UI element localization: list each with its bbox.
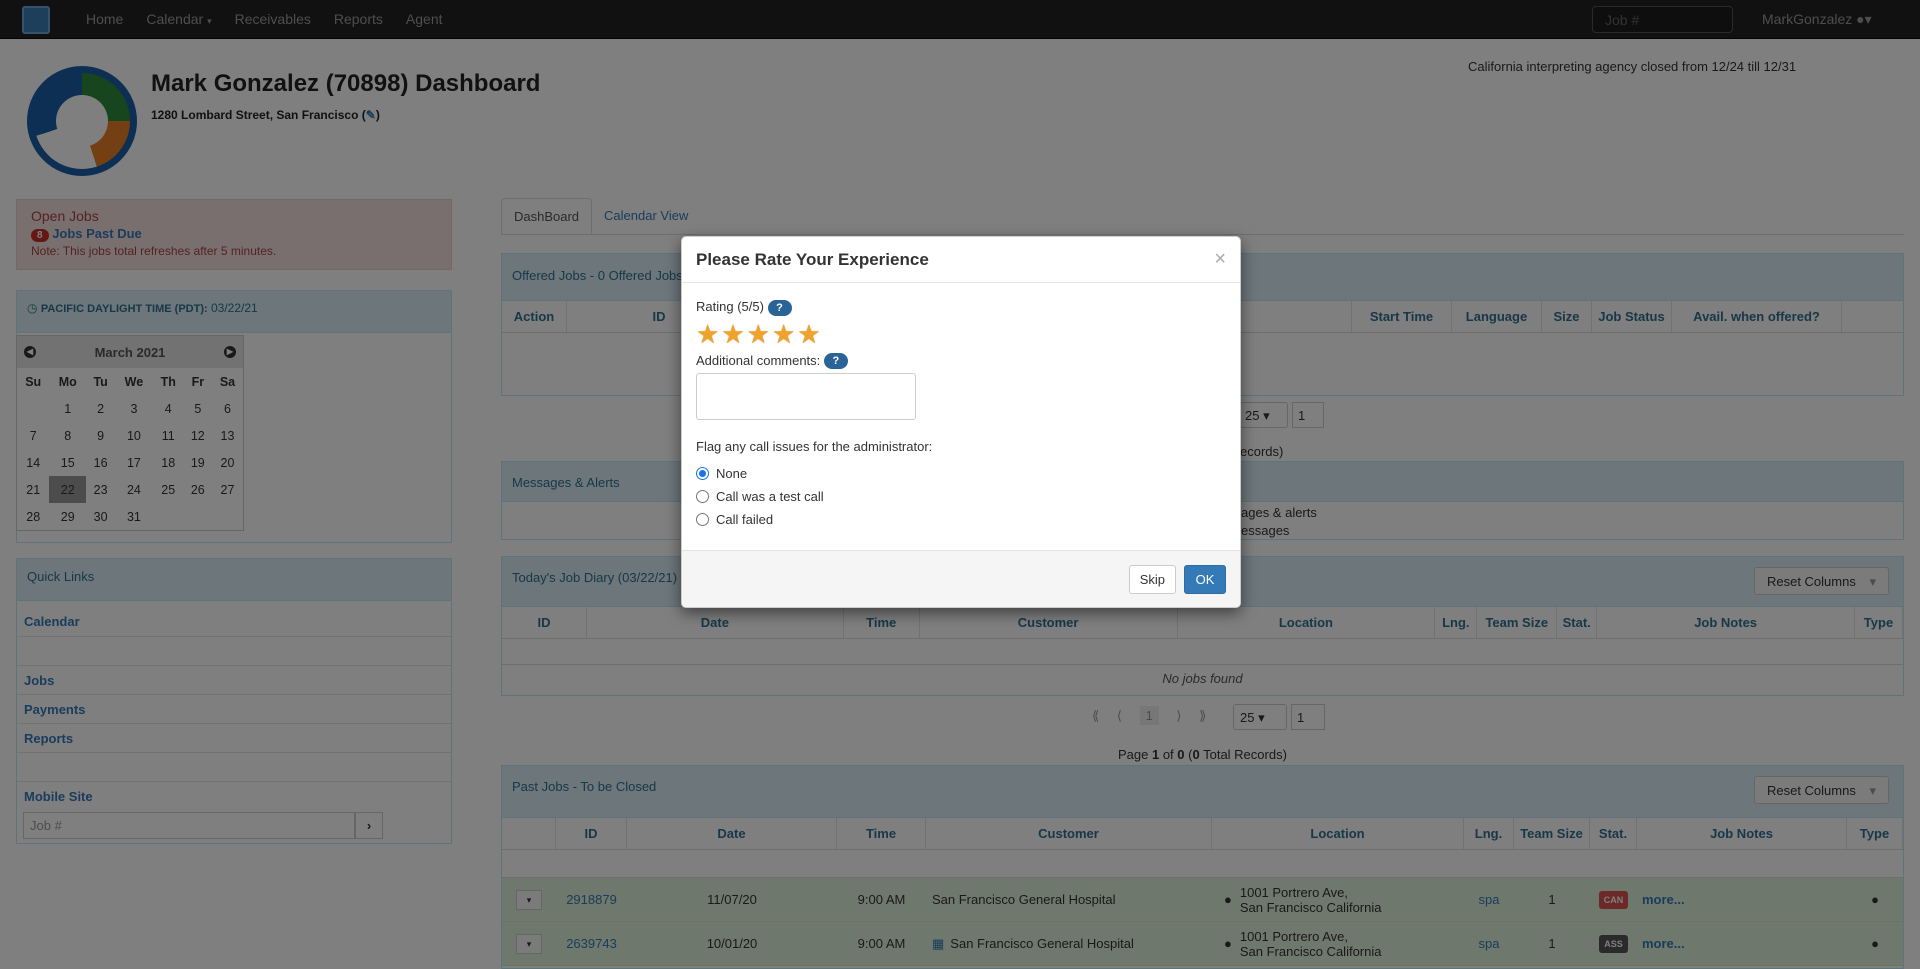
star-icon[interactable]: ★: [797, 321, 820, 347]
radio-button[interactable]: [696, 513, 709, 527]
radio-label: Call was a test call: [716, 489, 824, 505]
help-icon[interactable]: ?: [767, 299, 792, 316]
ok-button[interactable]: OK: [1184, 565, 1226, 594]
rating-modal: Please Rate Your Experience × Rating (5/…: [681, 236, 1241, 608]
modal-title: Please Rate Your Experience: [696, 250, 929, 269]
rating-label: Rating (5/5): [696, 299, 764, 314]
radio-label: None: [716, 466, 748, 482]
comments-textarea[interactable]: [696, 373, 916, 421]
modal-footer: Skip OK: [682, 550, 1240, 607]
star-icon[interactable]: ★: [721, 321, 744, 347]
close-icon[interactable]: ×: [1214, 249, 1226, 269]
comments-label: Additional comments:: [696, 352, 821, 368]
modal-header: Please Rate Your Experience ×: [682, 237, 1240, 283]
radio-button[interactable]: [696, 467, 709, 481]
modal-body: Rating (5/5) ? ★ ★ ★ ★ ★ Additional comments…: [682, 283, 1240, 545]
radio-label: Call failed: [716, 512, 774, 528]
flag-label: Flag any call issues for the administrat…: [696, 439, 933, 455]
star-icon[interactable]: ★: [772, 321, 795, 347]
radio-test-call[interactable]: Call was a test call: [696, 485, 1226, 508]
radio-call-failed[interactable]: Call failed: [696, 508, 1226, 531]
radio-button[interactable]: [696, 490, 709, 504]
star-icon[interactable]: ★: [696, 321, 719, 347]
help-icon[interactable]: ?: [823, 353, 848, 370]
star-rating[interactable]: ★ ★ ★ ★ ★: [696, 321, 1226, 347]
radio-none[interactable]: None: [696, 462, 1226, 485]
skip-button[interactable]: Skip: [1128, 565, 1176, 594]
star-icon[interactable]: ★: [747, 321, 770, 347]
